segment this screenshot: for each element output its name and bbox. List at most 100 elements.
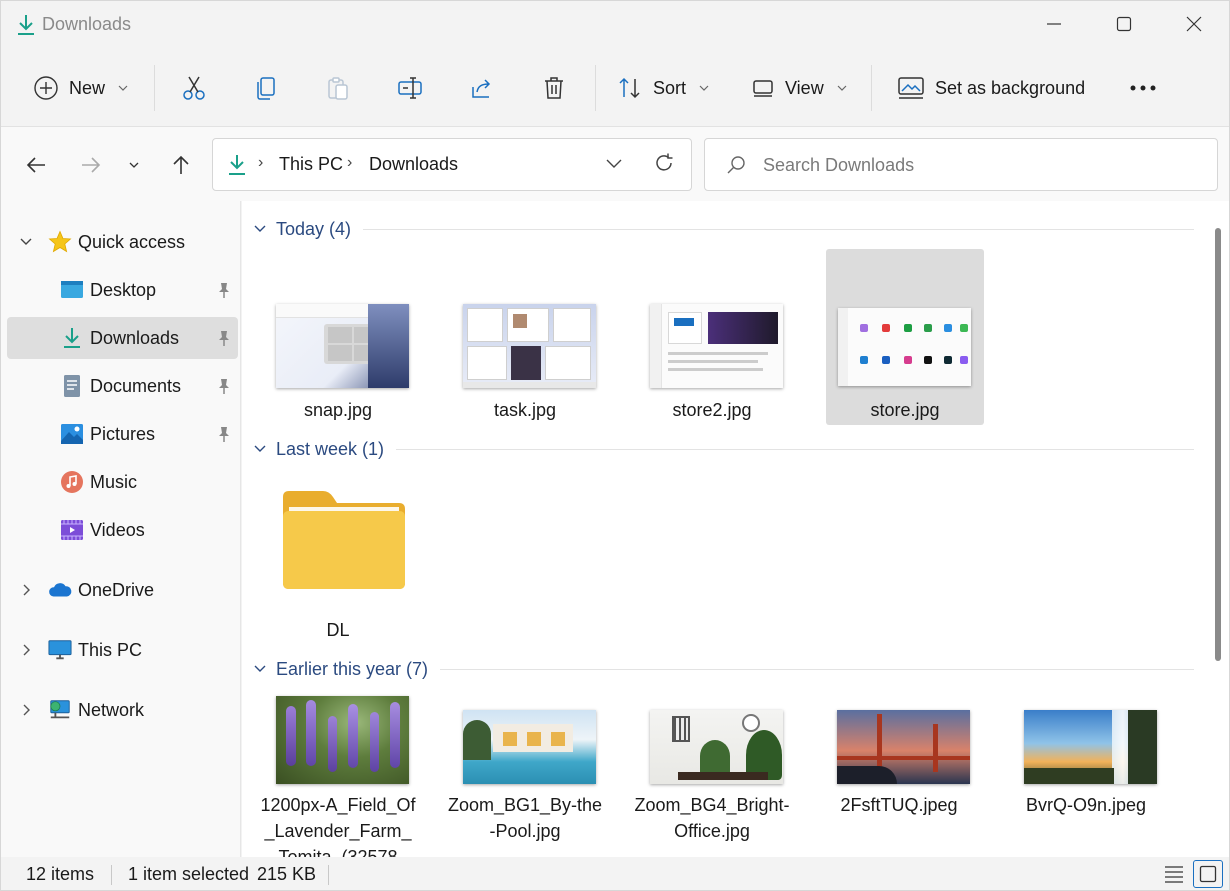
file-item[interactable]: store2.jpg xyxy=(633,249,791,425)
scrollbar-thumb[interactable] xyxy=(1215,228,1221,661)
file-thumbnail xyxy=(650,710,783,784)
file-item[interactable]: 2FsftTUQ.jpeg xyxy=(820,696,978,857)
back-button[interactable] xyxy=(18,147,54,183)
close-button[interactable] xyxy=(1159,1,1229,47)
downloads-icon xyxy=(229,155,245,175)
chevron-right-icon[interactable] xyxy=(17,701,35,719)
search-icon xyxy=(727,156,745,174)
pin-icon[interactable] xyxy=(215,281,233,299)
file-item[interactable]: Zoom_BG1_By-the-Pool.jpg xyxy=(446,696,604,857)
view-button[interactable]: View xyxy=(751,64,848,112)
recent-locations-button[interactable] xyxy=(116,147,152,183)
star-icon xyxy=(48,230,72,254)
wallpaper-icon xyxy=(898,77,924,99)
chevron-right-icon[interactable] xyxy=(17,641,35,659)
group-header-last-week[interactable]: Last week (1) xyxy=(252,436,1194,462)
file-name: store.jpg xyxy=(870,400,940,420)
file-explorer-window: Downloads New Sort View Set as backgroun… xyxy=(0,0,1230,891)
cut-button[interactable] xyxy=(174,69,214,107)
sidebar-item-label: Documents xyxy=(90,376,182,396)
sidebar-item-videos[interactable]: Videos xyxy=(7,509,238,551)
file-item[interactable]: task.jpg xyxy=(446,249,604,425)
arrow-left-icon xyxy=(26,157,45,173)
pin-icon[interactable] xyxy=(215,377,233,395)
search-input[interactable] xyxy=(763,153,1203,177)
chevron-right-icon[interactable] xyxy=(17,581,35,599)
refresh-icon[interactable] xyxy=(653,152,675,174)
chevron-down-icon xyxy=(252,441,268,457)
sidebar-item-music[interactable]: Music xyxy=(7,461,238,503)
sidebar-item-label: Pictures xyxy=(90,424,156,444)
more-options-button[interactable] xyxy=(1123,69,1163,107)
new-label: New xyxy=(69,77,106,98)
toolbar-divider xyxy=(595,65,596,111)
paste-button[interactable] xyxy=(318,69,358,107)
maximize-button[interactable] xyxy=(1089,1,1159,47)
file-thumbnail xyxy=(463,304,596,388)
sidebar-item-network[interactable]: Network xyxy=(7,689,238,731)
sidebar-item-this-pc[interactable]: This PC xyxy=(7,629,238,671)
arrow-up-icon xyxy=(173,155,189,174)
file-name: snap.jpg xyxy=(303,400,373,420)
selection-count: 1 item selected xyxy=(128,864,250,884)
arrow-right-icon xyxy=(82,157,101,173)
rename-button[interactable] xyxy=(390,69,430,107)
sort-button[interactable]: Sort xyxy=(617,64,710,112)
chevron-down-icon[interactable] xyxy=(17,233,35,251)
address-bar[interactable]: › This PC › Downloads xyxy=(212,138,692,191)
title-bar[interactable]: Downloads xyxy=(1,1,1229,51)
music-icon xyxy=(60,470,84,494)
window-title: Downloads xyxy=(42,14,132,34)
file-name: DL xyxy=(326,620,350,640)
file-name: 1200px-A_Field_Of_Lavender_Farm_Tomita_(… xyxy=(260,795,416,857)
pictures-icon xyxy=(60,422,84,446)
folder-item[interactable]: DL xyxy=(259,473,417,649)
sidebar-item-pictures[interactable]: Pictures xyxy=(7,413,238,455)
group-header-today[interactable]: Today (4) xyxy=(252,216,1194,242)
status-bar: 12 items 1 item selected 215 KB xyxy=(1,857,1229,890)
group-header-earlier-this-year[interactable]: Earlier this year (7) xyxy=(252,656,1194,682)
sidebar-item-onedrive[interactable]: OneDrive xyxy=(7,569,238,611)
chevron-down-icon xyxy=(699,85,709,91)
sidebar-item-downloads[interactable]: Downloads xyxy=(7,317,238,359)
share-icon xyxy=(472,79,491,98)
sidebar-item-label: Desktop xyxy=(90,280,157,300)
minimize-button[interactable] xyxy=(1019,1,1089,47)
file-item[interactable]: BvrQ-O9n.jpeg xyxy=(1007,696,1165,857)
navigation-pane: Quick access Desktop Downloads Documents… xyxy=(1,201,241,857)
vertical-scrollbar[interactable] xyxy=(1212,228,1224,661)
sidebar-item-documents[interactable]: Documents xyxy=(7,365,238,407)
forward-button[interactable] xyxy=(73,147,109,183)
details-view-button[interactable] xyxy=(1159,860,1189,888)
up-button[interactable] xyxy=(163,147,199,183)
maximize-icon xyxy=(1116,16,1132,32)
new-button[interactable]: New xyxy=(33,64,129,112)
search-box[interactable] xyxy=(704,138,1218,191)
breadcrumb-this-pc[interactable]: This PC xyxy=(279,154,343,175)
chevron-down-icon xyxy=(129,162,139,168)
chevron-down-icon xyxy=(118,85,128,91)
breadcrumb-downloads[interactable]: Downloads xyxy=(369,154,458,175)
chevron-down-icon xyxy=(252,661,268,677)
file-item[interactable]: Zoom_BG4_Bright-Office.jpg xyxy=(633,696,791,857)
file-thumbnail xyxy=(276,696,409,784)
share-button[interactable] xyxy=(462,69,502,107)
address-history-chevron-icon[interactable] xyxy=(605,157,623,171)
file-item[interactable]: 1200px-A_Field_Of_Lavender_Farm_Tomita_(… xyxy=(259,696,417,857)
copy-button[interactable] xyxy=(246,69,286,107)
file-item-selected[interactable]: store.jpg xyxy=(826,249,984,425)
large-icons-view-button[interactable] xyxy=(1193,860,1223,888)
file-item[interactable]: snap.jpg xyxy=(259,249,417,425)
delete-button[interactable] xyxy=(534,69,574,107)
close-icon xyxy=(1186,16,1202,32)
sidebar-item-label: Videos xyxy=(90,520,145,540)
file-name: Zoom_BG1_By-the-Pool.jpg xyxy=(447,795,603,841)
chevron-down-icon xyxy=(837,85,847,91)
sidebar-item-quick-access[interactable]: Quick access xyxy=(7,221,238,263)
pin-icon[interactable] xyxy=(215,425,233,443)
pin-icon[interactable] xyxy=(215,329,233,347)
file-thumbnail xyxy=(838,308,971,386)
downloads-icon xyxy=(15,13,37,37)
sidebar-item-desktop[interactable]: Desktop xyxy=(7,269,238,311)
set-as-background-button[interactable]: Set as background xyxy=(897,64,1085,112)
